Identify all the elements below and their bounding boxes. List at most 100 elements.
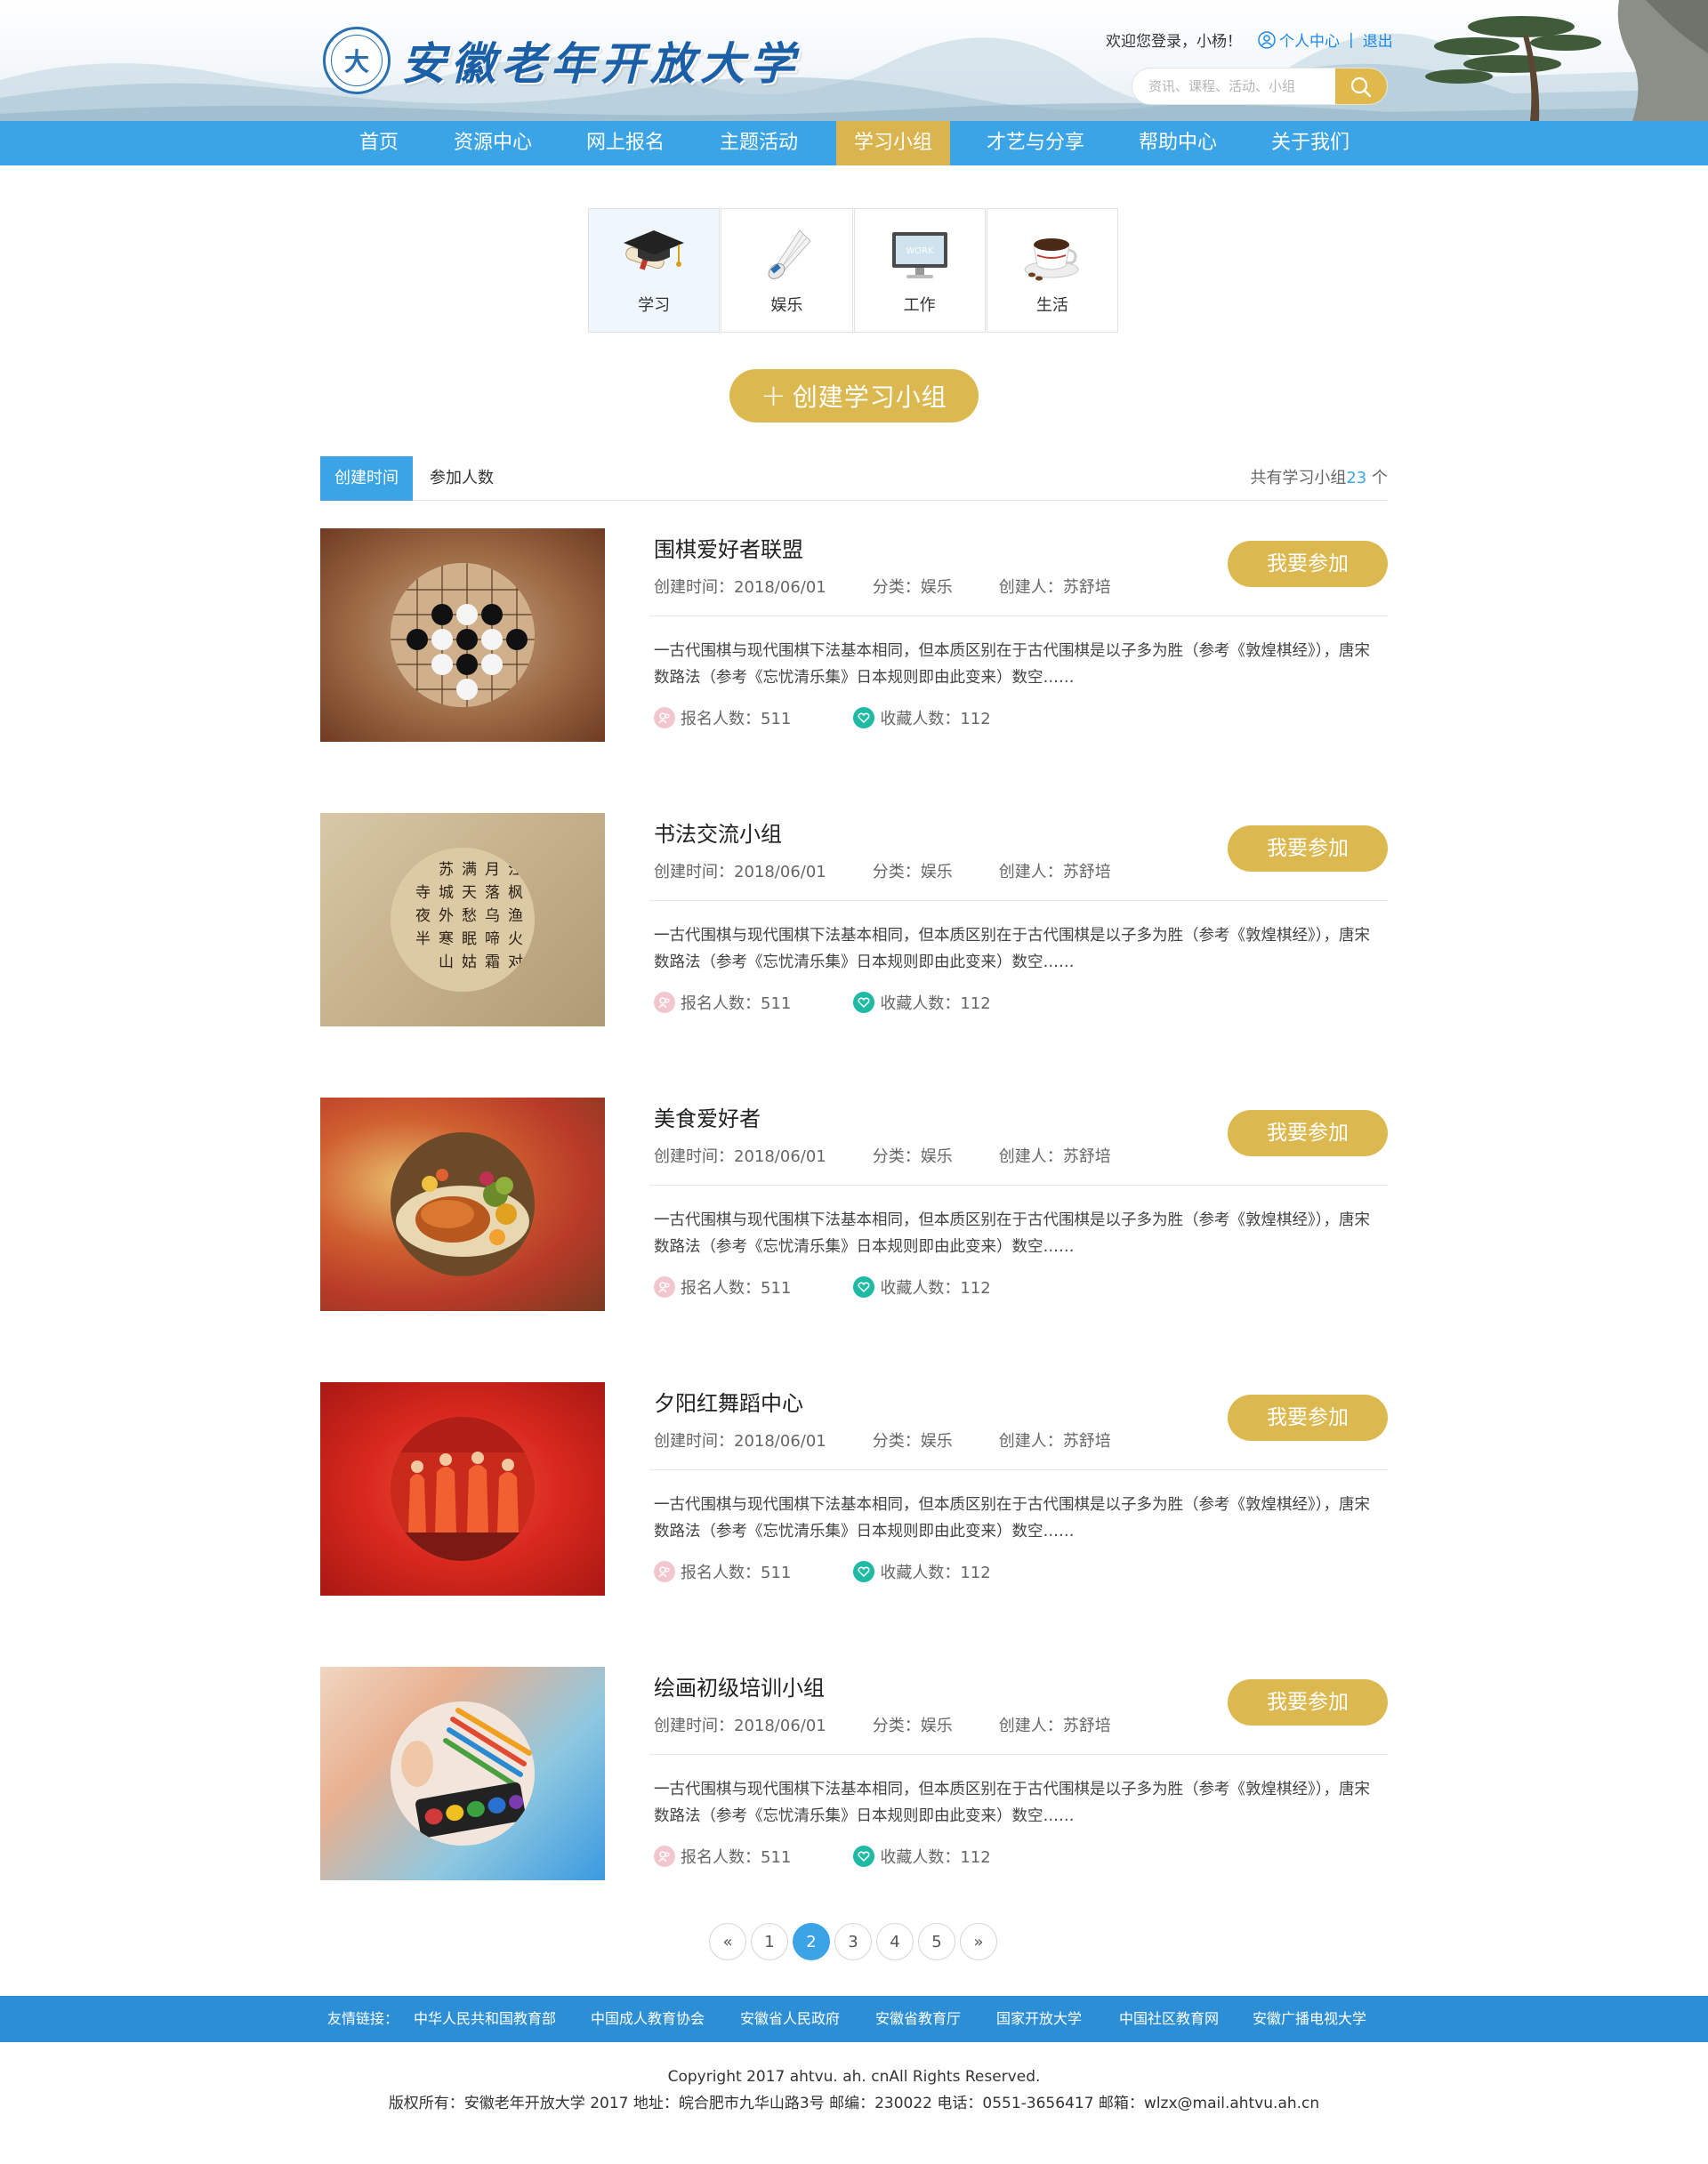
user-center-label: 个人中心 [1279, 33, 1340, 51]
footer-link-province-edu[interactable]: 安徽省教育厅 [875, 1996, 961, 2042]
sort-tab-created-time[interactable]: 创建时间 [320, 456, 413, 501]
heart-icon [853, 707, 875, 728]
nav-item-study-groups[interactable]: 学习小组 [836, 121, 950, 165]
group-title[interactable]: 绘画初级培训小组 [654, 1670, 825, 1701]
group-category: 分类：娱乐 [872, 1432, 953, 1451]
svg-text:苏: 苏 [439, 861, 454, 879]
svg-text:霜: 霜 [485, 953, 500, 971]
join-button[interactable]: 我要参加 [1228, 825, 1388, 872]
sort-tab-participants[interactable]: 参加人数 [413, 456, 511, 501]
list-item: 围棋爱好者联盟 创建时间：2018/06/01 分类：娱乐 创建人：苏舒培 我要参加… [320, 528, 1388, 742]
divider [649, 1469, 1388, 1470]
group-stats: 报名人数：511 收藏人数：112 [654, 991, 991, 1014]
category-tab-study[interactable]: 学习 [588, 208, 721, 333]
group-created-date: 创建时间：2018/06/01 [654, 1717, 826, 1735]
group-title[interactable]: 美食爱好者 [654, 1101, 761, 1132]
paint-palette-image [391, 1701, 535, 1846]
footer-link-adult-edu[interactable]: 中国成人教育协会 [591, 1996, 705, 2042]
svg-text:夜: 夜 [415, 907, 431, 925]
group-stats: 报名人数：511 收藏人数：112 [654, 1845, 991, 1868]
group-thumbnail-painting[interactable] [320, 1667, 605, 1880]
category-tabs: 学习 娱乐 WORK 工作 生活 [588, 208, 1119, 333]
page-button-2[interactable]: 2 [793, 1923, 830, 1960]
nav-item-about[interactable]: 关于我们 [1262, 121, 1358, 165]
list-item: 江枫渔火对 月落乌啼霜 满天愁眠姑 苏城外寒山 寺夜半 书法交流小组 创建时间：… [320, 813, 1388, 1026]
mountain-landscape-banner [0, 0, 1708, 121]
svg-text:满: 满 [462, 861, 477, 879]
category-tab-entertainment[interactable]: 娱乐 [721, 208, 853, 333]
category-tab-life[interactable]: 生活 [986, 208, 1118, 333]
search-button[interactable] [1335, 68, 1387, 104]
nav-item-registration[interactable]: 网上报名 [577, 121, 673, 165]
page-button-3[interactable]: 3 [834, 1923, 872, 1960]
category-tab-work[interactable]: WORK 工作 [853, 208, 986, 333]
search-input[interactable] [1132, 68, 1335, 104]
create-study-group-button[interactable]: + 创建学习小组 [729, 369, 979, 422]
group-title[interactable]: 夕阳红舞蹈中心 [654, 1386, 803, 1417]
join-button[interactable]: 我要参加 [1228, 541, 1388, 587]
group-thumbnail-go[interactable] [320, 528, 605, 742]
svg-text:城: 城 [439, 884, 454, 902]
footer-link-community-edu[interactable]: 中国社区教育网 [1119, 1996, 1219, 2042]
favorite-count: 收藏人数：112 [880, 994, 991, 1013]
graduation-cap-icon [624, 230, 685, 270]
category-label: 生活 [1035, 296, 1068, 315]
footer-link-open-university[interactable]: 国家开放大学 [996, 1996, 1082, 2042]
user-group-icon [654, 1846, 675, 1867]
logout-link[interactable]: 退出 [1363, 28, 1393, 51]
divider [649, 900, 1388, 901]
group-category: 分类：娱乐 [872, 1147, 953, 1166]
group-description: 一古代围棋与现代围棋下法基本相同，但本质区别在于古代围棋是以子多为胜（参考《敦煌… [654, 642, 1370, 687]
nav-item-talent-sharing[interactable]: 才艺与分享 [979, 121, 1092, 165]
footer-link-moe[interactable]: 中华人民共和国教育部 [414, 1996, 556, 2042]
group-meta: 创建时间：2018/06/01 分类：娱乐 创建人：苏舒培 [654, 1144, 1157, 1167]
user-center-link[interactable]: 个人中心 [1258, 28, 1340, 51]
calligraphy-image: 江枫渔火对 月落乌啼霜 满天愁眠姑 苏城外寒山 寺夜半 [391, 848, 535, 992]
page-button-5[interactable]: 5 [918, 1923, 955, 1960]
friend-links-label: 友情链接： [327, 2010, 399, 2027]
separator: | [1349, 30, 1354, 49]
heart-icon [853, 992, 875, 1013]
food-platter-image [391, 1132, 535, 1276]
monitor-icon: WORK [891, 232, 947, 278]
favorite-count: 收藏人数：112 [880, 1848, 991, 1867]
signup-count: 报名人数：511 [681, 710, 792, 728]
join-button[interactable]: 我要参加 [1228, 1110, 1388, 1156]
group-thumbnail-calligraphy[interactable]: 江枫渔火对 月落乌啼霜 满天愁眠姑 苏城外寒山 寺夜半 [320, 813, 605, 1026]
page-button-1[interactable]: 1 [751, 1923, 788, 1960]
footer-link-ahtvu[interactable]: 安徽广播电视大学 [1253, 1996, 1366, 2042]
svg-text:枫: 枫 [508, 884, 523, 902]
coffee-cup-icon [1024, 238, 1079, 281]
group-meta: 创建时间：2018/06/01 分类：娱乐 创建人：苏舒培 [654, 1428, 1157, 1452]
prev-page-button[interactable]: « [709, 1923, 746, 1960]
group-title[interactable]: 围棋爱好者联盟 [654, 532, 803, 563]
divider [649, 1754, 1388, 1755]
sort-bar: 创建时间 参加人数 共有学习小组23 个 [320, 456, 1388, 501]
group-thumbnail-dance[interactable] [320, 1382, 605, 1596]
list-item: 夕阳红舞蹈中心 创建时间：2018/06/01 分类：娱乐 创建人：苏舒培 我要参加… [320, 1382, 1388, 1596]
svg-text:山: 山 [439, 953, 454, 971]
favorite-count: 收藏人数：112 [880, 1279, 991, 1298]
group-thumbnail-food[interactable] [320, 1098, 605, 1311]
next-page-button[interactable]: » [960, 1923, 997, 1960]
user-group-icon [654, 707, 675, 728]
footer-link-province-gov[interactable]: 安徽省人民政府 [740, 1996, 840, 2042]
join-button[interactable]: 我要参加 [1228, 1395, 1388, 1441]
group-title[interactable]: 书法交流小组 [654, 817, 782, 848]
nav-item-help[interactable]: 帮助中心 [1130, 121, 1226, 165]
signup-count: 报名人数：511 [681, 994, 792, 1013]
user-icon [1258, 30, 1276, 49]
group-category: 分类：娱乐 [872, 1717, 953, 1735]
join-button[interactable]: 我要参加 [1228, 1679, 1388, 1726]
nav-item-home[interactable]: 首页 [343, 121, 415, 165]
svg-text:寺: 寺 [415, 884, 431, 902]
nav-item-resources[interactable]: 资源中心 [445, 121, 541, 165]
user-group-icon [654, 1276, 675, 1298]
svg-text:落: 落 [485, 884, 500, 902]
page-button-4[interactable]: 4 [876, 1923, 914, 1960]
monitor-screen-text: WORK [906, 246, 934, 256]
group-stats: 报名人数：511 收藏人数：112 [654, 706, 991, 729]
site-logo[interactable]: 大 安徽老年开放大学 [323, 27, 800, 94]
nav-item-activities[interactable]: 主题活动 [711, 121, 807, 165]
category-label: 学习 [638, 296, 671, 315]
